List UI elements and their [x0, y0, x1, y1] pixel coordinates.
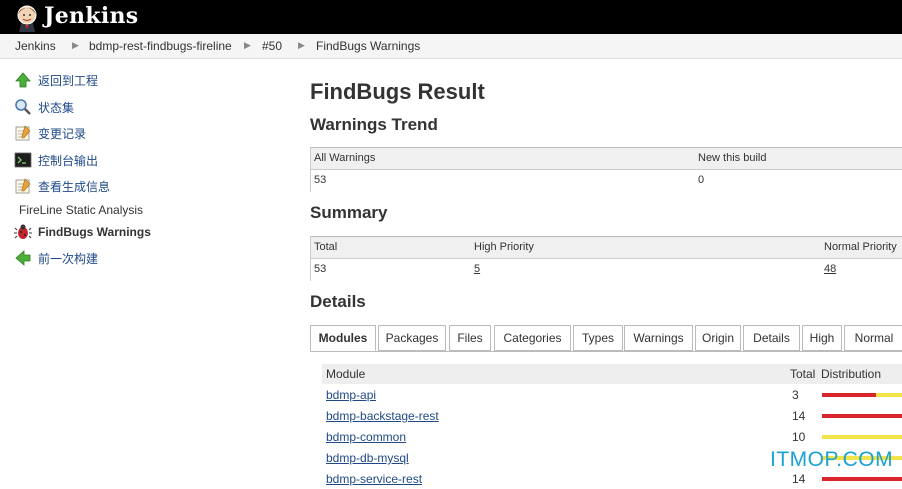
warnings-trend-table: All Warnings New this build 53 0: [310, 147, 902, 192]
summary-heading: Summary: [310, 203, 388, 222]
high-priority-bar: [822, 393, 876, 397]
column-header: All Warnings: [314, 152, 376, 164]
table-row: bdmp-backstage-rest 14: [322, 406, 902, 426]
column-header: Module: [326, 367, 366, 381]
tab-files[interactable]: Files: [449, 325, 491, 351]
high-priority-bar: [822, 414, 902, 418]
magnifier-icon: [15, 99, 31, 115]
terminal-icon: [14, 152, 32, 168]
column-header: Distribution: [821, 367, 882, 381]
module-link[interactable]: bdmp-backstage-rest: [326, 409, 439, 423]
column-header: New this build: [698, 152, 767, 164]
notepad-icon: [15, 125, 31, 141]
table-header: [311, 237, 902, 259]
module-link[interactable]: bdmp-common: [326, 430, 406, 444]
breadcrumb: Jenkins ▶ bdmp-rest-findbugs-fireline ▶ …: [0, 34, 902, 59]
sidebar-item-label: FindBugs Warnings: [38, 225, 151, 239]
tab-modules[interactable]: Modules: [310, 325, 376, 352]
table-row: bdmp-common 10: [322, 427, 902, 447]
sidebar-item-label: 前一次构建: [38, 251, 99, 266]
chevron-right-icon[interactable]: ▶: [298, 40, 305, 51]
breadcrumb-current[interactable]: FindBugs Warnings: [316, 39, 420, 53]
module-total: 3: [792, 388, 799, 402]
column-header: Normal Priority: [824, 241, 897, 253]
notepad-icon: [15, 178, 31, 194]
all-warnings-value: 53: [314, 174, 327, 186]
tab-normal[interactable]: Normal: [844, 325, 902, 351]
total-value: 53: [314, 263, 327, 275]
sidebar-item-status[interactable]: 状态集: [14, 97, 74, 117]
tab-details[interactable]: Details: [743, 325, 800, 351]
sidebar-item-fireline[interactable]: FireLine Static Analysis: [19, 203, 143, 217]
module-total: 14: [792, 472, 806, 486]
column-header: Total: [314, 241, 338, 253]
normal-priority-link[interactable]: 48: [824, 263, 836, 275]
chevron-right-icon[interactable]: ▶: [244, 40, 251, 51]
high-priority-link[interactable]: 5: [474, 263, 480, 275]
tab-types[interactable]: Types: [573, 325, 623, 351]
breadcrumb-build[interactable]: #50: [262, 39, 282, 53]
module-total: 14: [792, 409, 806, 423]
sidebar-item-label: 变更记录: [38, 126, 87, 141]
jenkins-butler-icon[interactable]: [14, 4, 40, 32]
table-header: Module Total Distribution: [322, 364, 902, 384]
normal-priority-bar: [822, 435, 902, 439]
table-header: [311, 148, 902, 170]
module-link[interactable]: bdmp-db-mysql: [326, 451, 409, 465]
module-total: 10: [792, 430, 806, 444]
sidebar-item-label: 状态集: [38, 100, 75, 115]
table-row: bdmp-service-rest 14: [322, 469, 902, 489]
tab-high[interactable]: High: [802, 325, 842, 351]
up-arrow-icon: [15, 72, 31, 88]
sidebar-item-changes[interactable]: 变更记录: [14, 123, 86, 143]
sidebar-item-findbugs[interactable]: FindBugs Warnings: [14, 222, 151, 242]
chevron-right-icon[interactable]: ▶: [72, 40, 79, 51]
breadcrumb-jenkins[interactable]: Jenkins: [15, 39, 56, 53]
tab-packages[interactable]: Packages: [378, 325, 446, 351]
table-row: bdmp-api 3: [322, 385, 902, 405]
tab-underline: [310, 351, 902, 352]
high-priority-bar: [822, 477, 902, 481]
sidebar-item-back-to-project[interactable]: 返回到工程: [14, 70, 98, 90]
new-warnings-value: 0: [698, 174, 705, 186]
sidebar-item-label: 查看生成信息: [38, 179, 111, 194]
breadcrumb-project[interactable]: bdmp-rest-findbugs-fireline: [89, 39, 232, 53]
bug-icon: [14, 224, 32, 239]
tab-origin[interactable]: Origin: [695, 325, 741, 351]
module-link[interactable]: bdmp-service-rest: [326, 472, 422, 486]
top-header: Jenkins: [0, 0, 902, 34]
sidebar-item-build-info[interactable]: 查看生成信息: [14, 176, 110, 196]
back-arrow-icon: [15, 250, 31, 266]
summary-table: Total High Priority Normal Priority 53 5…: [310, 236, 902, 281]
sidebar-item-label: 返回到工程: [38, 73, 99, 88]
details-heading: Details: [310, 292, 366, 311]
sidebar-item-previous-build[interactable]: 前一次构建: [14, 248, 98, 268]
normal-priority-bar: [876, 393, 902, 397]
tab-categories[interactable]: Categories: [494, 325, 571, 351]
column-header: High Priority: [474, 241, 534, 253]
sidebar-item-label: 控制台输出: [38, 153, 99, 168]
tab-warnings[interactable]: Warnings: [624, 325, 693, 351]
sidebar-item-console[interactable]: 控制台输出: [14, 150, 98, 170]
watermark: ITMOP.COM: [770, 448, 894, 471]
warnings-trend-heading: Warnings Trend: [310, 115, 438, 134]
app-title[interactable]: Jenkins: [44, 3, 138, 29]
module-link[interactable]: bdmp-api: [326, 388, 376, 402]
page-title: FindBugs Result: [310, 79, 485, 104]
column-header: Total: [790, 367, 816, 381]
